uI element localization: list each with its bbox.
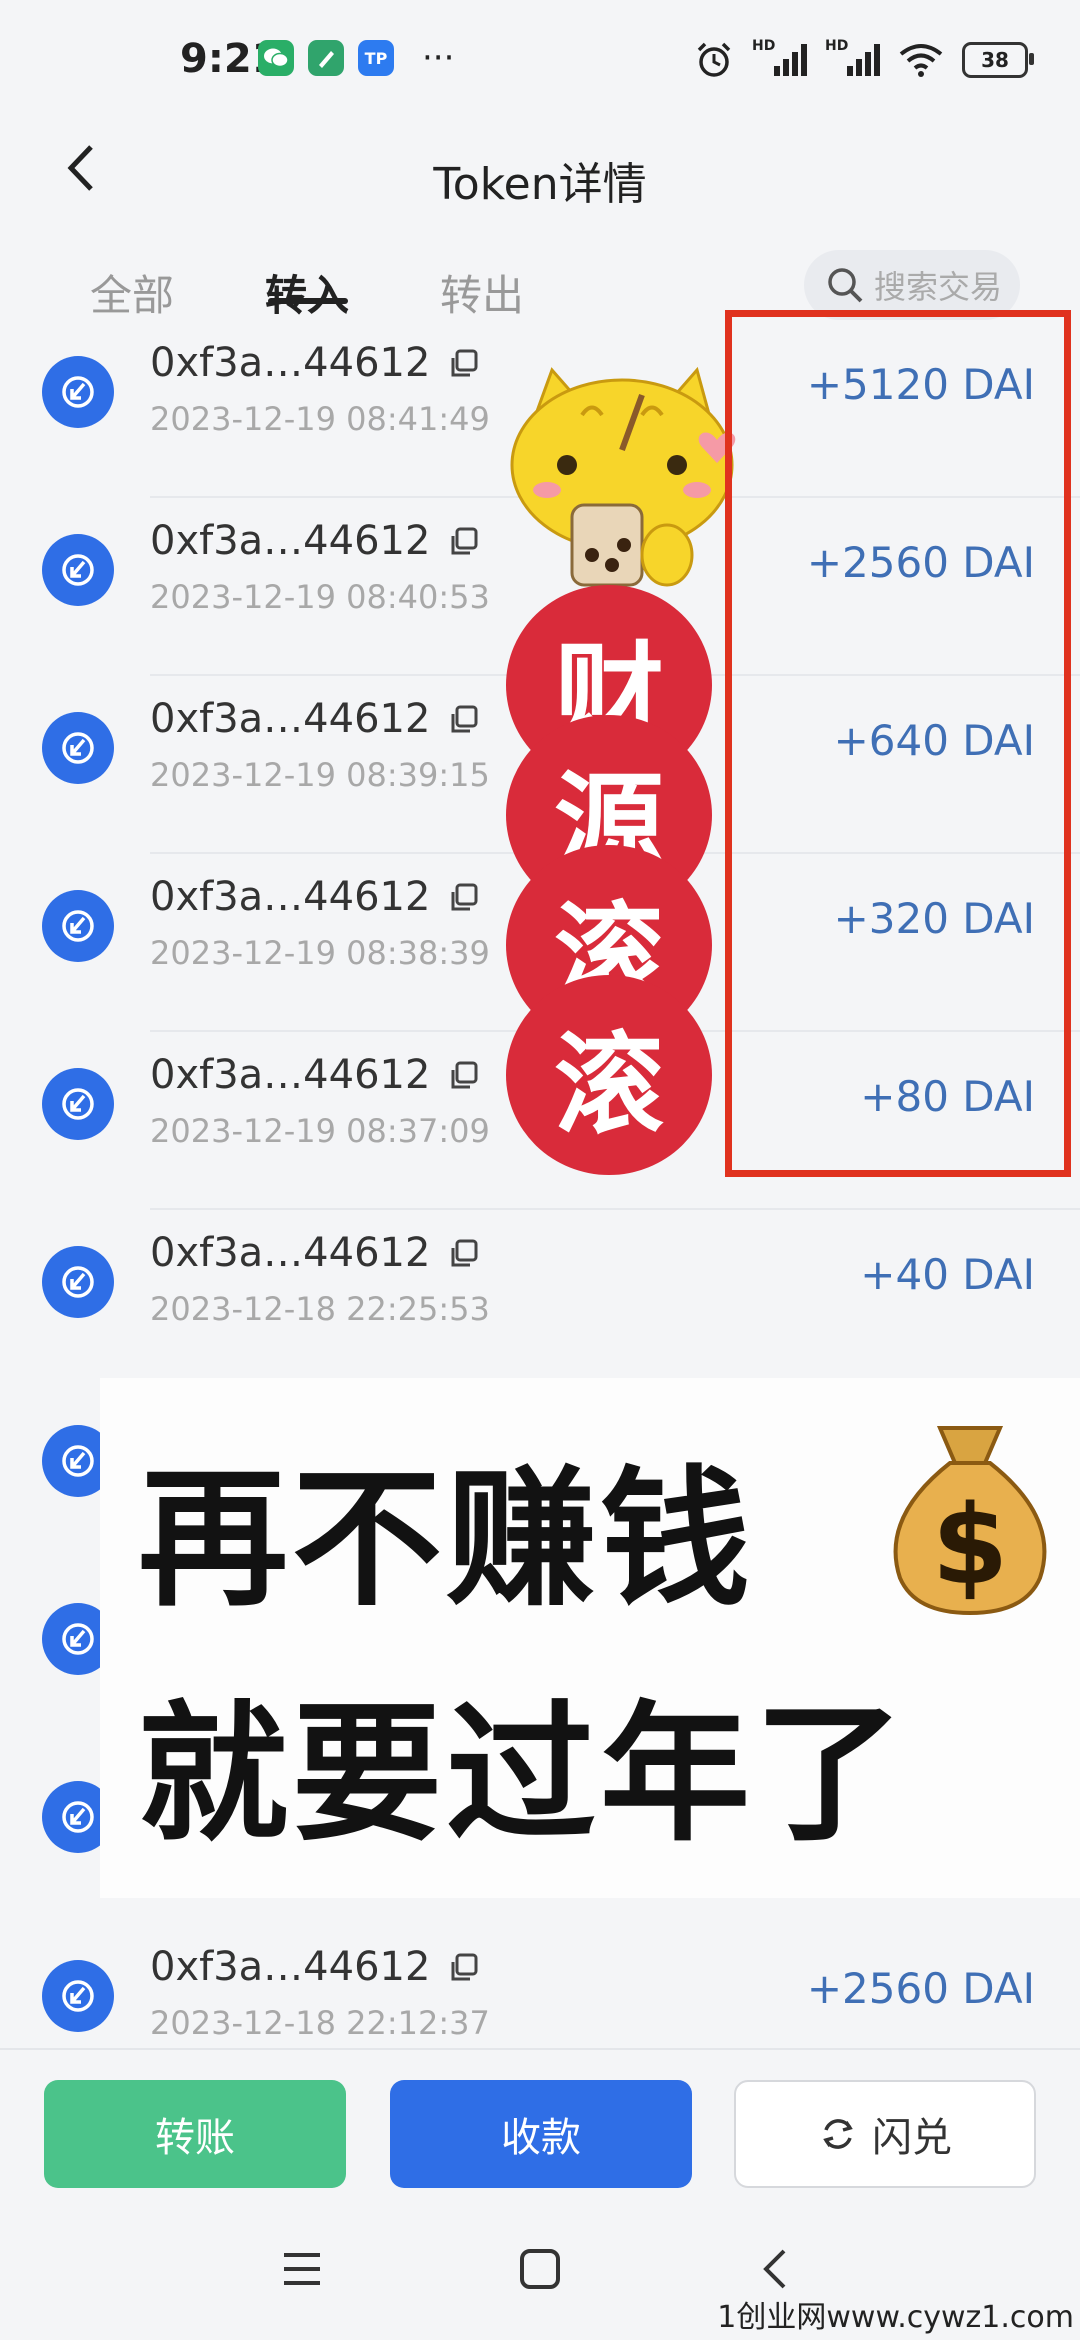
watermark-text: 1创业网www.cywz1.com (717, 2300, 1074, 2335)
transaction-time: 2023-12-18 22:12:37 (150, 2004, 490, 2042)
home-nav-button[interactable] (500, 2234, 580, 2304)
receive-button[interactable]: 收款 (390, 2080, 692, 2188)
transaction-address: 0xf3a…44612 (150, 340, 431, 386)
swap-icon (823, 2119, 853, 2149)
battery-icon: 38 (962, 42, 1034, 78)
meme-overlay: 再不赚钱 就要过年了 $ (100, 1378, 1080, 1898)
menu-icon (284, 2253, 320, 2285)
transaction-address: 0xf3a…44612 (150, 1944, 431, 1990)
sticker-wealth-banner: 财 源 滚 滚 (506, 585, 712, 1175)
money-bag-icon: $ (893, 1426, 1047, 1616)
tab-outgoing[interactable]: 转出 (440, 262, 524, 323)
active-tab-indicator (268, 298, 348, 304)
copy-icon[interactable] (448, 1060, 480, 1092)
status-bar: 9:21 TP ··· HD HD 38 (0, 0, 1080, 120)
wechat-icon (258, 40, 294, 76)
incoming-transfer-icon (42, 712, 114, 784)
status-app-icons: TP ··· (258, 40, 454, 76)
transaction-address: 0xf3a…44612 (150, 518, 431, 564)
copy-icon[interactable] (448, 882, 480, 914)
alarm-icon (697, 42, 731, 77)
transaction-amount: +2560 DAI (806, 1964, 1035, 2013)
transaction-address: 0xf3a…44612 (150, 696, 431, 742)
transaction-address: 0xf3a…44612 (150, 1052, 431, 1098)
transaction-time: 2023-12-18 22:25:53 (150, 1290, 490, 1328)
transaction-address: 0xf3a…44612 (150, 1230, 431, 1276)
tab-all[interactable]: 全部 (90, 262, 174, 323)
copy-icon[interactable] (448, 704, 480, 736)
chevron-left-icon (763, 2249, 786, 2289)
sticker-char: 滚 (506, 975, 712, 1175)
incoming-transfer-icon (42, 890, 114, 962)
signal-icon-2: HD (825, 38, 880, 76)
transaction-time: 2023-12-19 08:37:09 (150, 1112, 490, 1150)
svg-text:$: $ (932, 1481, 1009, 1609)
wifi-icon (899, 44, 943, 77)
incoming-transfer-icon (42, 1960, 114, 2032)
copy-icon[interactable] (448, 348, 480, 380)
highlight-frame (725, 310, 1071, 1177)
transaction-address: 0xf3a…44612 (150, 874, 431, 920)
incoming-transfer-icon (42, 1246, 114, 1318)
swap-button-label: 闪兑 (872, 2115, 952, 2161)
transaction-row[interactable]: 0xf3a…44612 2023-12-18 22:25:53 +40 DAI (0, 1210, 1080, 1388)
transaction-time: 2023-12-19 08:40:53 (150, 578, 490, 616)
incoming-transfer-icon (42, 356, 114, 428)
meme-text-line-1: 再不赚钱 (138, 1453, 755, 1627)
tp-wallet-icon: TP (358, 40, 394, 76)
cat-sticker-icon (510, 366, 736, 587)
app-header: Token详情 (0, 120, 1080, 270)
search-placeholder: 搜索交易 (874, 268, 1003, 306)
menu-nav-button[interactable] (262, 2234, 342, 2304)
incoming-transfer-icon (42, 1068, 114, 1140)
transaction-row[interactable]: 0xf3a…44612 2023-12-18 22:12:37 +2560 DA… (0, 1924, 1080, 2050)
page-title: Token详情 (433, 159, 647, 210)
home-square-icon (520, 2249, 560, 2289)
action-bar: 转账 收款 闪兑 (0, 2048, 1080, 2202)
status-indicators: HD HD 38 (694, 38, 1034, 80)
more-notifications-icon: ··· (422, 38, 455, 78)
copy-icon[interactable] (448, 1238, 480, 1270)
note-icon (308, 40, 344, 76)
transaction-amount: +40 DAI (860, 1250, 1035, 1299)
transaction-time: 2023-12-19 08:39:15 (150, 756, 490, 794)
tab-incoming[interactable]: 转入 (265, 262, 349, 323)
transaction-time: 2023-12-19 08:41:49 (150, 400, 490, 438)
transaction-time: 2023-12-19 08:38:39 (150, 934, 490, 972)
copy-icon[interactable] (448, 1952, 480, 1984)
system-nav-bar: 1创业网www.cywz1.com (0, 2200, 1080, 2340)
swap-button[interactable]: 闪兑 (734, 2080, 1036, 2188)
incoming-transfer-icon (42, 534, 114, 606)
copy-icon[interactable] (448, 526, 480, 558)
search-icon (828, 268, 863, 303)
transfer-button[interactable]: 转账 (44, 2080, 346, 2188)
signal-icon-1: HD (752, 38, 807, 76)
meme-text-line-2: 就要过年了 (138, 1688, 909, 1862)
